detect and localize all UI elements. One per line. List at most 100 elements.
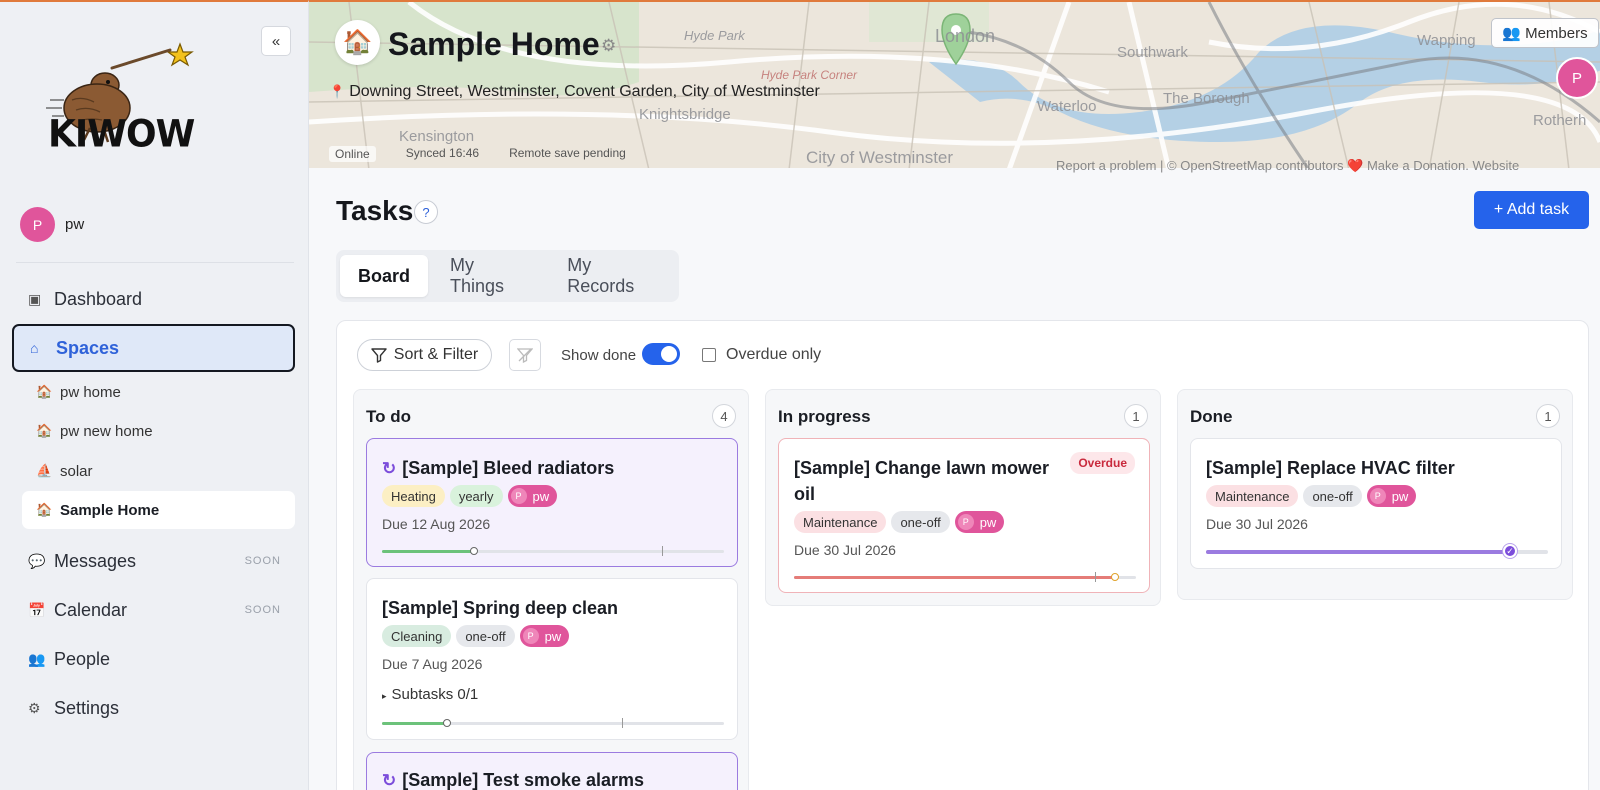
task-card[interactable]: [Sample] Spring deep clean Cleaning one-… — [366, 578, 738, 740]
assignee-chip[interactable]: Ppw — [519, 625, 570, 647]
divider — [16, 262, 294, 263]
space-address: 📍 Downing Street, Westminster, Covent Gar… — [329, 83, 820, 101]
nav-messages[interactable]: 💬 Messages SOON — [12, 539, 295, 583]
show-done-label: Show done — [561, 347, 637, 364]
tab-board[interactable]: Board — [340, 255, 429, 297]
members-button[interactable]: 👥 Members — [1491, 18, 1599, 48]
nav-label: Messages — [54, 550, 137, 571]
task-title-line: [Sample] Change lawn mower — [794, 458, 1050, 478]
recurrence-tag[interactable]: one-off — [456, 625, 515, 647]
map-label: City of Westminster — [806, 148, 954, 167]
assignee-name: pw — [979, 514, 997, 530]
category-tag[interactable]: Maintenance — [1206, 485, 1299, 507]
nav-label: Spaces — [56, 337, 120, 358]
progress-knob[interactable] — [1111, 573, 1119, 581]
task-title: [Sample] Change lawn mower oil — [794, 455, 1049, 507]
nav-spaces[interactable]: ⌂ Spaces — [12, 324, 295, 372]
assignee-chip[interactable]: Ppw — [507, 485, 558, 507]
space-item-pw-home[interactable]: 🏠 pw home — [22, 373, 295, 411]
remote-save-status: Remote save pending — [509, 146, 626, 160]
assignee-name: pw — [532, 488, 550, 504]
current-user[interactable]: P pw — [20, 207, 84, 242]
task-card[interactable]: [Sample] Replace HVAC filter Maintenance… — [1190, 438, 1562, 569]
space-label: pw home — [60, 383, 121, 401]
sailboat-icon: ⛵ — [36, 463, 53, 478]
due-date: Due 30 Jul 2026 — [1206, 516, 1308, 532]
progress-fill — [1206, 550, 1510, 554]
task-card[interactable]: ↻ [Sample] Bleed radiators Heating yearly… — [366, 438, 738, 567]
chat-bubble-icon: 💬 — [28, 552, 46, 569]
check-icon[interactable]: ✓ — [1503, 544, 1517, 558]
map-attribution[interactable]: Report a problem | © OpenStreetMap contr… — [1056, 158, 1519, 174]
avatar[interactable]: P — [1556, 57, 1598, 99]
task-title: ↻ [Sample] Test smoke alarms — [382, 767, 644, 790]
task-board: Sort & Filter Show done Overdue only To … — [336, 320, 1589, 790]
help-button[interactable]: ? — [414, 200, 438, 224]
task-title-text: [Sample] Bleed radiators — [402, 458, 615, 478]
today-marker — [1095, 572, 1096, 582]
space-item-sample-home[interactable]: 🏠 Sample Home — [22, 491, 295, 529]
column-todo: To do 4 ↻ [Sample] Bleed radiators Heatin… — [353, 389, 749, 790]
recurrence-tag[interactable]: one-off — [891, 511, 950, 533]
add-task-button[interactable]: + Add task — [1474, 191, 1589, 229]
category-tag[interactable]: Maintenance — [794, 511, 887, 533]
page-title: Tasks — [336, 195, 414, 226]
assignee-chip[interactable]: Ppw — [954, 511, 1005, 533]
progress-track — [794, 572, 1136, 582]
column-count: 4 — [712, 404, 736, 428]
column-in-progress: In progress 1 [Sample] Change lawn mower… — [765, 389, 1161, 606]
view-tabs: Board My Things My Records — [336, 250, 679, 302]
task-tags: Cleaning one-off Ppw — [382, 625, 570, 647]
online-status: Online — [329, 146, 376, 162]
space-item-solar[interactable]: ⛵ solar — [22, 452, 295, 490]
nav-dashboard[interactable]: ▣ Dashboard — [12, 277, 295, 321]
tab-my-records[interactable]: My Records — [549, 255, 675, 297]
due-date: Due 12 Aug 2026 — [382, 516, 491, 532]
nav-label: Calendar — [54, 599, 128, 620]
space-item-pw-new-home[interactable]: 🏠 pw new home — [22, 412, 295, 450]
recurrence-tag[interactable]: one-off — [1303, 485, 1362, 507]
task-tags: Maintenance one-off Ppw — [794, 511, 1005, 533]
column-title: Done — [1190, 407, 1233, 426]
filter-icon — [371, 348, 387, 363]
map-label: Kensington — [399, 128, 475, 145]
assignee-chip[interactable]: Ppw — [1366, 485, 1417, 507]
space-settings-gear-icon[interactable]: ⚙ — [601, 36, 616, 56]
caret-right-icon: ▸ — [382, 691, 387, 701]
nav-settings[interactable]: ⚙ Settings — [12, 686, 295, 730]
sort-filter-button[interactable]: Sort & Filter — [357, 339, 492, 371]
progress-fill — [794, 576, 1115, 579]
recurrence-tag[interactable]: yearly — [449, 485, 503, 507]
category-tag[interactable]: Cleaning — [382, 625, 452, 647]
progress-track — [382, 546, 724, 556]
task-card[interactable]: [Sample] Change lawn mower oil Overdue Ma… — [778, 438, 1150, 593]
avatar: P — [1369, 488, 1386, 504]
clear-filter-button[interactable] — [509, 339, 541, 371]
progress-knob[interactable] — [443, 719, 451, 727]
progress-track — [382, 718, 724, 728]
overdue-only-checkbox[interactable] — [702, 348, 716, 362]
map-label: Hyde Park — [684, 28, 745, 43]
overdue-only-label[interactable]: Overdue only — [726, 346, 821, 364]
space-label: Sample Home — [60, 501, 160, 519]
space-label: pw new home — [60, 422, 153, 440]
house-icon: 🏠 — [36, 502, 53, 517]
show-done-toggle[interactable] — [642, 343, 680, 365]
map-label: Hyde Park Corner — [761, 68, 858, 82]
collapse-sidebar-button[interactable]: « — [261, 26, 291, 56]
nav-calendar[interactable]: 📅 Calendar SOON — [12, 588, 295, 632]
due-date: Due 30 Jul 2026 — [794, 542, 896, 558]
task-card[interactable]: ↻ [Sample] Test smoke alarms — [366, 752, 738, 790]
progress-fill — [382, 722, 447, 725]
gear-icon: ⚙ — [28, 699, 41, 716]
progress-knob[interactable] — [470, 547, 478, 555]
category-tag[interactable]: Heating — [382, 485, 445, 507]
task-tags: Maintenance one-off Ppw — [1206, 485, 1417, 507]
space-home-icon[interactable]: 🏠 — [335, 20, 380, 65]
tab-my-things[interactable]: My Things — [432, 255, 545, 297]
recurring-icon: ↻ — [382, 771, 397, 790]
soon-badge: SOON — [244, 604, 281, 616]
subtasks-toggle[interactable]: ▸ Subtasks 0/1 — [382, 686, 478, 703]
nav-people[interactable]: 👥 People — [12, 637, 295, 681]
map-label: Waterloo — [1037, 98, 1097, 115]
